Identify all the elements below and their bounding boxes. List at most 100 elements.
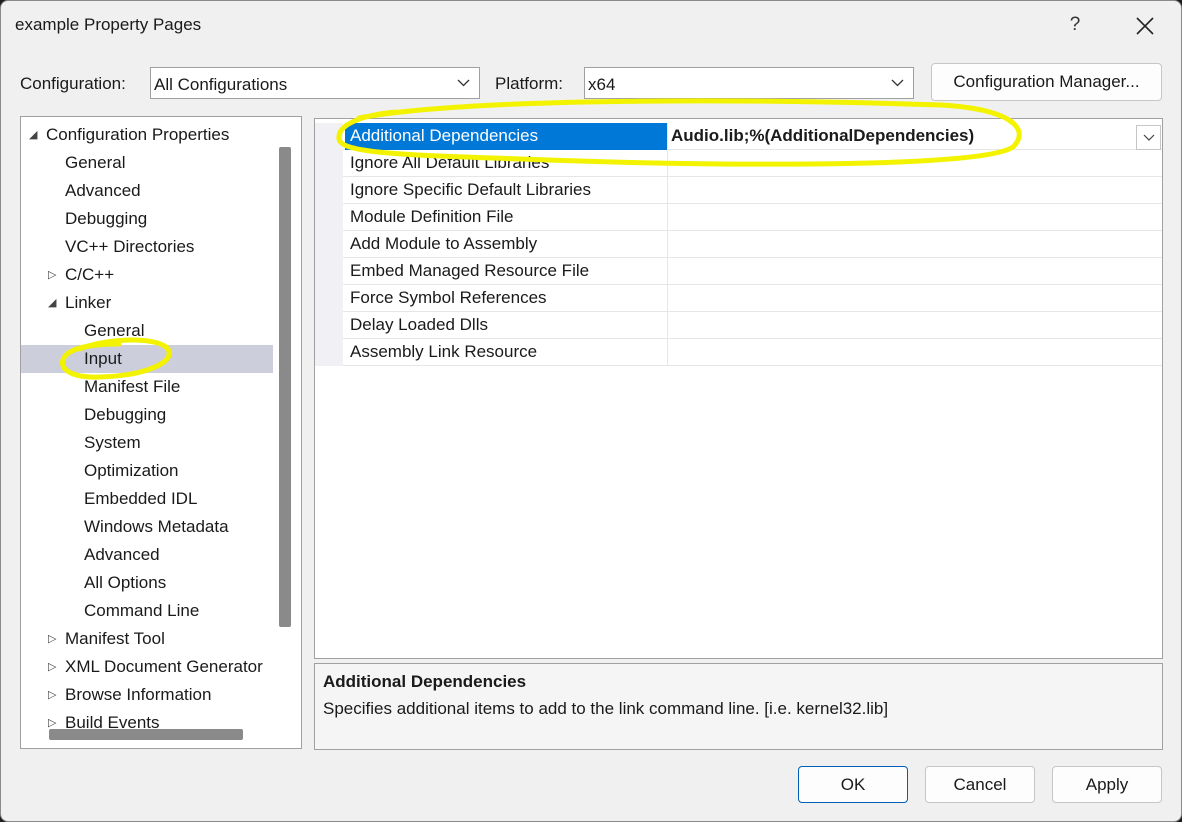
expand-arrow-icon[interactable]: ▷ (48, 261, 56, 289)
property-name: Embed Managed Resource File (350, 261, 590, 280)
property-dropdown-button[interactable] (1136, 125, 1161, 150)
tree-item[interactable]: ▷ Manifest Tool (21, 625, 273, 653)
platform-value: x64 (588, 75, 616, 94)
tree-item[interactable]: General (21, 149, 273, 177)
tree-item-label: Manifest Tool (65, 629, 165, 648)
column-divider (667, 177, 668, 204)
column-divider (667, 123, 668, 150)
tree-item-label: Manifest File (84, 377, 181, 396)
tree-item-label: Command Line (84, 601, 200, 620)
property-row[interactable]: Force Symbol References (315, 285, 1162, 312)
property-name: Additional Dependencies (345, 123, 667, 150)
help-button[interactable]: ? (1055, 9, 1095, 41)
property-name: Ignore All Default Libraries (350, 153, 550, 172)
tree-item[interactable]: ◢ Configuration Properties (21, 121, 273, 149)
property-name: Module Definition File (350, 207, 514, 226)
tree-item-label: General (65, 153, 126, 172)
row-gutter (315, 231, 343, 258)
platform-label: Platform: (495, 74, 564, 93)
tree-item-label: Windows Metadata (84, 517, 229, 536)
tree-item-label: Configuration Properties (46, 125, 230, 144)
row-gutter (315, 204, 343, 231)
property-row[interactable]: Assembly Link Resource (315, 339, 1162, 366)
cancel-button[interactable]: Cancel (925, 766, 1035, 803)
tree-item[interactable]: Input (21, 345, 273, 373)
tree-vertical-scrollbar-thumb[interactable] (279, 147, 291, 627)
tree-item-label: Input (84, 349, 122, 368)
property-row[interactable]: Embed Managed Resource File (315, 258, 1162, 285)
expand-arrow-icon[interactable]: ▷ (48, 625, 56, 653)
title-bar: example Property Pages ? (1, 1, 1181, 49)
description-panel: Additional Dependencies Specifies additi… (314, 663, 1163, 750)
property-row[interactable]: Add Module to Assembly (315, 231, 1162, 258)
tree-item[interactable]: ▷ C/C++ (21, 261, 273, 289)
property-row[interactable]: Delay Loaded Dlls (315, 312, 1162, 339)
property-tree[interactable]: ◢ Configuration Properties General Advanced… (20, 116, 302, 749)
row-gutter (315, 258, 343, 285)
collapse-arrow-icon[interactable]: ◢ (48, 289, 56, 317)
property-row[interactable]: Module Definition File (315, 204, 1162, 231)
tree-item-label: General (84, 321, 145, 340)
tree-item[interactable]: Debugging (21, 205, 273, 233)
close-icon (1136, 16, 1154, 35)
expand-arrow-icon[interactable]: ▷ (48, 681, 56, 709)
tree-item[interactable]: Advanced (21, 177, 273, 205)
tree-item-label: Embedded IDL (84, 489, 198, 508)
tree-item[interactable]: Advanced (21, 541, 273, 569)
tree-item[interactable]: General (21, 317, 273, 345)
platform-dropdown[interactable]: x64 (584, 67, 914, 99)
property-name: Force Symbol References (350, 288, 547, 307)
column-divider (667, 258, 668, 285)
row-gutter (315, 123, 343, 150)
property-name: Delay Loaded Dlls (350, 315, 488, 334)
configuration-label: Configuration: (20, 74, 126, 93)
tree-item[interactable]: ▷ Browse Information (21, 681, 273, 709)
apply-button[interactable]: Apply (1052, 766, 1162, 803)
tree-item[interactable]: Embedded IDL (21, 485, 273, 513)
tree-item[interactable]: All Options (21, 569, 273, 597)
row-gutter (315, 312, 343, 339)
window-title: example Property Pages (15, 15, 202, 34)
tree-item-label: XML Document Generator (65, 657, 263, 676)
property-row[interactable]: Ignore All Default Libraries (315, 150, 1162, 177)
description-title: Additional Dependencies (323, 672, 527, 691)
column-divider (667, 204, 668, 231)
description-text: Specifies additional items to add to the… (323, 699, 889, 718)
column-divider (667, 231, 668, 258)
tree-item-label: Optimization (84, 461, 179, 480)
property-row[interactable]: Additional Dependencies Audio.lib;%(Addit… (315, 123, 1162, 150)
property-grid: Additional Dependencies Audio.lib;%(Addit… (314, 118, 1163, 659)
tree-horizontal-scrollbar-thumb[interactable] (49, 729, 243, 740)
column-divider (667, 285, 668, 312)
property-row[interactable]: Ignore Specific Default Libraries (315, 177, 1162, 204)
tree-item-label: System (84, 433, 141, 452)
chevron-down-icon (1143, 134, 1155, 141)
tree-item[interactable]: Windows Metadata (21, 513, 273, 541)
configuration-row: Configuration: All Configurations Platfo… (1, 61, 1181, 105)
row-gutter (315, 177, 343, 204)
row-gutter (315, 150, 343, 177)
tree-item-label: Linker (65, 293, 112, 312)
tree-item[interactable]: Command Line (21, 597, 273, 625)
tree-item[interactable]: System (21, 429, 273, 457)
tree-item[interactable]: Debugging (21, 401, 273, 429)
configuration-manager-button[interactable]: Configuration Manager... (931, 63, 1162, 101)
tree-item[interactable]: Optimization (21, 457, 273, 485)
property-name: Ignore Specific Default Libraries (350, 180, 591, 199)
tree-item[interactable]: VC++ Directories (21, 233, 273, 261)
property-value[interactable]: Audio.lib;%(AdditionalDependencies) (671, 123, 974, 150)
expand-arrow-icon[interactable]: ▷ (48, 653, 56, 681)
collapse-arrow-icon[interactable]: ◢ (29, 121, 37, 149)
tree-item[interactable]: ◢ Linker (21, 289, 273, 317)
property-pages-dialog: example Property Pages ? Configuration: … (0, 0, 1182, 822)
tree-item-label: Debugging (84, 405, 167, 424)
ok-button[interactable]: OK (798, 766, 908, 803)
tree-item-label: C/C++ (65, 265, 115, 284)
property-name: Assembly Link Resource (350, 342, 538, 361)
tree-item[interactable]: Manifest File (21, 373, 273, 401)
configuration-dropdown[interactable]: All Configurations (150, 67, 480, 99)
tree-item-label: Advanced (65, 181, 141, 200)
close-button[interactable] (1121, 9, 1169, 41)
tree-item[interactable]: ▷ XML Document Generator (21, 653, 273, 681)
property-name: Add Module to Assembly (350, 234, 538, 253)
